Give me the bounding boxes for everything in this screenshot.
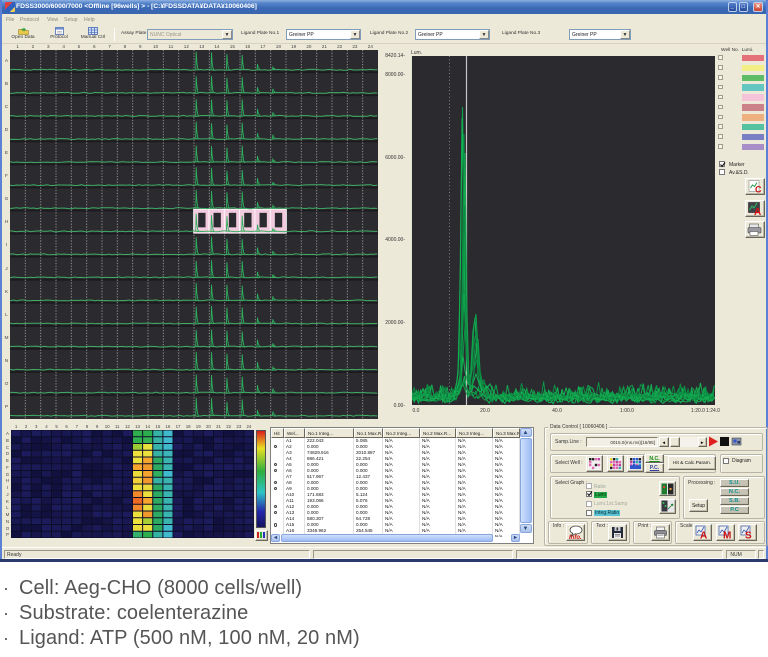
- svg-text:S: S: [745, 531, 752, 540]
- svg-text:M: M: [723, 531, 731, 540]
- svg-text:A: A: [700, 531, 707, 540]
- svg-text:Info.: Info.: [569, 535, 582, 540]
- svg-text:A: A: [754, 207, 761, 216]
- svg-text:C: C: [755, 185, 762, 195]
